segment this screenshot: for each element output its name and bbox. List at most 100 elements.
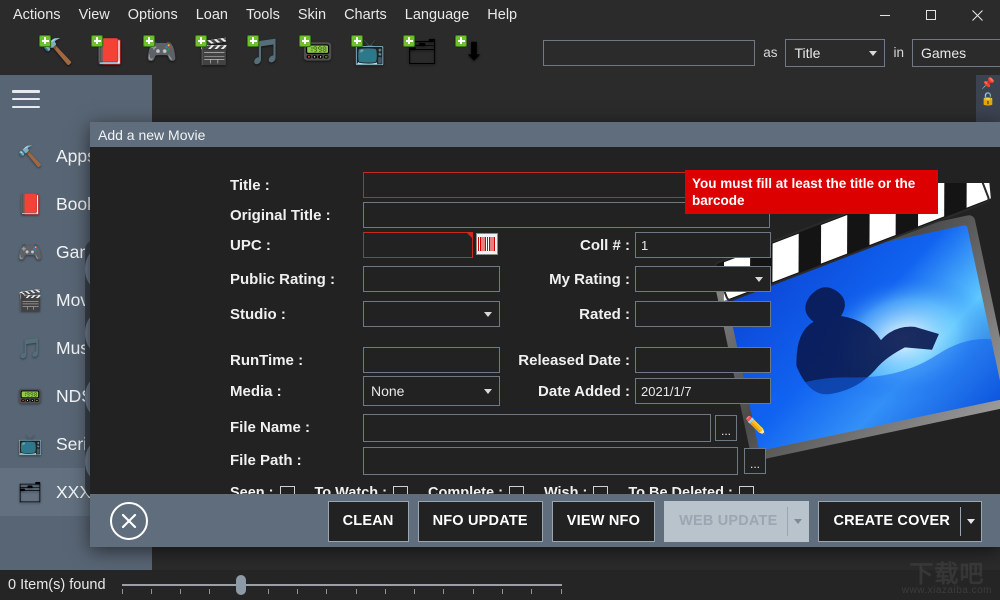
x-folder-icon: 🗂 [17, 481, 43, 504]
menu-item-options[interactable]: Options [119, 5, 187, 25]
studio-select[interactable] [363, 301, 500, 327]
maximize-icon [926, 10, 936, 20]
toolbar-add-series-button[interactable]: 📺 [344, 31, 396, 75]
toolbar-add-games-button[interactable]: 🎮 [136, 31, 188, 75]
toolbar-add-xxx-button[interactable]: 🗂 [396, 31, 448, 75]
toolbar-import-button[interactable]: ⬇ [448, 31, 500, 75]
close-window-button[interactable] [954, 0, 1000, 30]
search-input[interactable] [543, 39, 756, 66]
my-rating-label: My Rating : [549, 271, 630, 288]
toolbar-add-nds-button[interactable]: 📟 [292, 31, 344, 75]
pencil-icon[interactable]: ✏️ [745, 415, 767, 437]
toolbar-add-music-button[interactable]: 🎵 [240, 31, 292, 75]
zoom-slider[interactable] [121, 574, 562, 596]
chevron-down-icon [755, 277, 763, 282]
runtime-input[interactable] [363, 347, 500, 373]
toolbar-add-apps-button[interactable]: 🔨 [32, 31, 84, 75]
slider-handle[interactable] [236, 575, 247, 595]
minimize-button[interactable] [862, 0, 908, 30]
menu-item-loan[interactable]: Loan [187, 5, 237, 25]
chevron-down-icon [869, 50, 878, 56]
released-date-label: Released Date : [518, 352, 630, 369]
chevron-down-icon [967, 518, 975, 524]
media-select[interactable]: None [363, 376, 500, 406]
original-title-label: Original Title : [230, 207, 331, 224]
released-date-input[interactable] [635, 347, 771, 373]
create-cover-button[interactable]: CREATE COVER [818, 500, 982, 542]
menu-bar: Actions View Options Loan Tools Skin Cha… [0, 0, 1000, 30]
search-as-label: as [763, 45, 778, 60]
add-badge-icon [195, 34, 207, 47]
web-update-dropdown-arrow[interactable] [788, 518, 808, 524]
menu-item-view[interactable]: View [70, 5, 119, 25]
date-added-label: Date Added : [538, 383, 630, 400]
toolbar-add-books-button[interactable]: 📕 [84, 31, 136, 75]
public-rating-input[interactable] [363, 266, 500, 292]
add-badge-icon [455, 34, 467, 47]
search-collection-select[interactable]: Games [912, 38, 1000, 67]
web-update-button[interactable]: WEB UPDATE [664, 500, 810, 542]
gamepad-icon: 🎮 [17, 241, 43, 264]
dialog-close-button[interactable] [110, 501, 148, 540]
handheld-console-icon: 📟 [17, 385, 43, 408]
tools-icon: 🔨 [17, 145, 43, 168]
dialog-footer: CLEAN NFO UPDATE VIEW NFO WEB UPDATE CRE… [90, 494, 1000, 547]
menu-item-charts[interactable]: Charts [335, 5, 396, 25]
add-badge-icon [91, 34, 103, 47]
media-select-value: None [371, 383, 405, 399]
menu-item-help[interactable]: Help [478, 5, 526, 25]
close-icon [121, 513, 137, 528]
upc-input[interactable] [363, 232, 473, 258]
slider-track [121, 584, 562, 586]
view-nfo-button[interactable]: VIEW NFO [551, 500, 656, 542]
menu-item-tools[interactable]: Tools [237, 5, 289, 25]
add-badge-icon [39, 34, 51, 47]
clapperboard-icon: 🎬 [17, 289, 43, 312]
rated-input[interactable] [635, 301, 771, 327]
file-name-input[interactable] [363, 414, 711, 442]
unlocked-padlock-icon[interactable]: 🔓 [981, 92, 996, 106]
nfo-update-button[interactable]: NFO UPDATE [417, 500, 543, 542]
runtime-label: RunTime : [230, 352, 304, 369]
chevron-down-icon [794, 518, 803, 524]
search-area: as Title in Games [543, 30, 1000, 75]
add-movie-dialog: Add a new Movie Title: Original Title:… [90, 122, 1000, 547]
search-collection-value: Games [921, 44, 967, 61]
create-cover-dropdown-arrow[interactable] [961, 518, 981, 524]
file-path-input[interactable] [363, 447, 738, 475]
maximize-button[interactable] [908, 0, 954, 30]
add-badge-icon [247, 34, 259, 47]
close-icon [971, 9, 983, 21]
studio-label: Studio : [230, 306, 286, 323]
pin-icon[interactable]: 📌 [981, 77, 995, 90]
upc-label: UPC : [230, 237, 271, 254]
barcode-scan-icon[interactable] [476, 233, 498, 255]
clean-button[interactable]: CLEAN [327, 500, 409, 542]
menu-item-actions[interactable]: Actions [4, 5, 70, 25]
menu-item-language[interactable]: Language [396, 5, 479, 25]
coll-number-label: Coll # : [579, 237, 630, 254]
file-path-browse-button[interactable]: ... [744, 448, 766, 474]
validation-error-message: You must fill at least the title or the … [685, 170, 938, 214]
toolbar-add-movies-button[interactable]: 🎬 [188, 31, 240, 75]
item-count-label: 0 Item(s) found [8, 577, 106, 593]
hamburger-icon[interactable] [12, 87, 40, 111]
add-badge-icon [403, 34, 415, 47]
search-in-label: in [893, 45, 904, 60]
search-field-select[interactable]: Title [785, 38, 886, 67]
add-badge-icon [143, 34, 155, 47]
web-update-label: WEB UPDATE [679, 513, 778, 529]
dialog-body: Title : Original Title : UPC : Public Ra… [90, 147, 1000, 519]
file-name-browse-button[interactable]: ... [715, 415, 737, 441]
coll-number-input[interactable] [635, 232, 771, 258]
my-rating-select[interactable] [635, 266, 771, 292]
file-name-label: File Name : [230, 419, 311, 436]
search-field-select-value: Title [794, 44, 821, 61]
rated-label: Rated : [579, 306, 630, 323]
add-badge-icon [351, 34, 363, 47]
minimize-icon [880, 15, 890, 16]
create-cover-label: CREATE COVER [833, 513, 950, 529]
date-added-input[interactable] [635, 378, 771, 404]
menu-item-skin[interactable]: Skin [289, 5, 335, 25]
upc-error-marker [466, 232, 473, 239]
